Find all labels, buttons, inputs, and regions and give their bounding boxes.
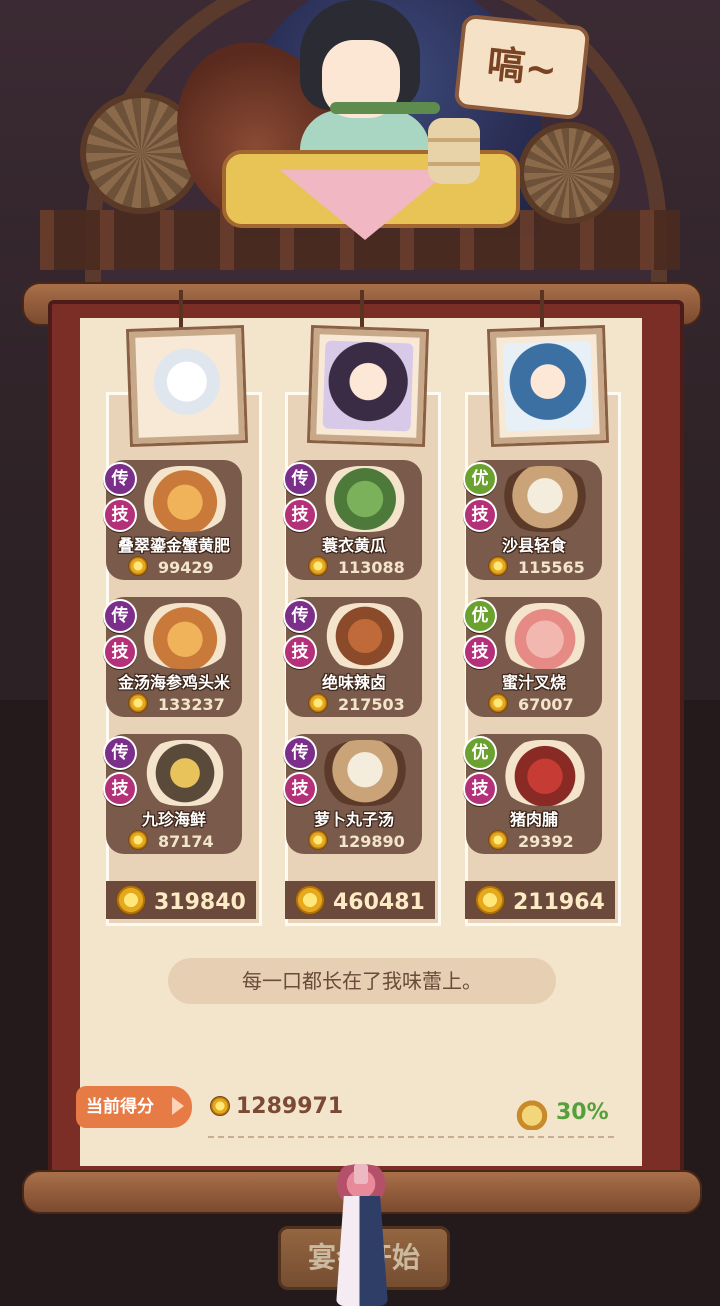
guest-portrait-3[interactable]: [490, 328, 606, 444]
steamed-buns-icon: [428, 118, 480, 184]
dish-name: 萝卜丸子汤: [313, 810, 394, 829]
dish-card[interactable]: 传 技 九珍海鲜 87174: [103, 734, 242, 854]
skill-badge: 技: [463, 498, 497, 532]
dish-name: 绝味辣卤: [321, 673, 386, 692]
guest-portrait-2[interactable]: [310, 328, 426, 444]
jerky-dish-icon: [500, 740, 590, 806]
skill-badge: 技: [103, 498, 137, 532]
fullness-bowl-icon: [514, 1098, 550, 1130]
fullness-percent: 30%: [556, 1100, 609, 1125]
dish-score: 217503: [308, 693, 405, 714]
guest-1-avatar: [141, 340, 233, 432]
play-arrow-icon: [172, 1097, 184, 1115]
tier-badge: 优: [463, 599, 497, 633]
tier-badge: 优: [463, 462, 497, 496]
dish-score: 133237: [128, 693, 225, 714]
guest-portrait-1[interactable]: [129, 328, 245, 444]
dish-card[interactable]: 优 技 蜜汁叉烧 67007: [463, 597, 602, 717]
dish-card[interactable]: 优 技 沙县轻食 115565: [463, 460, 602, 580]
column-total-value: 460481: [333, 890, 425, 915]
coin-icon: [475, 885, 505, 915]
column-total-3: 211964: [465, 881, 615, 919]
seafood-dish-icon: [140, 740, 230, 806]
cucumber-dish-icon: [320, 466, 410, 532]
dish-name: 猪肉脯: [509, 810, 558, 829]
guest-comment: 每一口都长在了我味蕾上。: [168, 958, 556, 1004]
dish-score: 129890: [308, 830, 405, 851]
score-divider: [208, 1136, 614, 1138]
skill-badge: 技: [103, 635, 137, 669]
meatball-soup-dish-icon: [320, 740, 410, 806]
dish-name: 蜜汁叉烧: [501, 673, 566, 692]
dish-score: 67007: [488, 693, 574, 714]
dish-card[interactable]: 传 技 叠翠鎏金蟹黄肥 99429: [103, 460, 242, 580]
dish-card[interactable]: 传 技 蓑衣黄瓜 113088: [283, 460, 422, 580]
column-total-value: 211964: [513, 890, 605, 915]
char-siu-dish-icon: [500, 603, 590, 669]
current-score: 1289971: [210, 1094, 343, 1119]
skill-badge: 技: [283, 498, 317, 532]
column-total-2: 460481: [285, 881, 435, 919]
dish-name: 金汤海参鸡头米: [117, 673, 230, 692]
portrait-hook: [179, 290, 183, 332]
dish-card[interactable]: 传 技 金汤海参鸡头米 133237: [103, 597, 242, 717]
current-score-value: 1289971: [236, 1094, 344, 1119]
dish-score: 29392: [488, 830, 574, 851]
portrait-hook: [540, 290, 544, 332]
tier-badge: 传: [103, 599, 137, 633]
coin-icon: [488, 693, 508, 713]
dish-card[interactable]: 优 技 猪肉脯 29392: [463, 734, 602, 854]
coin-icon: [128, 556, 148, 576]
coin-icon: [128, 830, 148, 850]
coin-icon: [210, 1096, 230, 1116]
dish-score: 99429: [128, 556, 214, 577]
current-score-label-text: 当前得分: [86, 1097, 154, 1117]
guest-2-avatar: [322, 340, 414, 432]
coin-icon: [295, 885, 325, 915]
tier-badge: 传: [283, 599, 317, 633]
current-score-label: 当前得分: [76, 1086, 192, 1128]
coin-icon: [308, 556, 328, 576]
coin-icon: [308, 693, 328, 713]
coin-icon: [488, 556, 508, 576]
coin-icon: [128, 693, 148, 713]
flute-icon: [330, 102, 440, 114]
dish-score: 113088: [308, 556, 405, 577]
skill-badge: 技: [103, 772, 137, 806]
dish-card[interactable]: 传 技 萝卜丸子汤 129890: [283, 734, 422, 854]
tier-badge: 传: [283, 736, 317, 770]
portrait-hook: [360, 290, 364, 332]
tier-badge: 传: [103, 462, 137, 496]
skill-badge: 技: [283, 635, 317, 669]
dish-name: 沙县轻食: [501, 536, 566, 555]
column-total-value: 319840: [154, 890, 246, 915]
speech-bubble-text: 嗃~: [484, 41, 560, 93]
skill-badge: 技: [463, 635, 497, 669]
coin-icon: [488, 830, 508, 850]
tier-badge: 传: [103, 736, 137, 770]
dish-card[interactable]: 传 技 绝味辣卤 217503: [283, 597, 422, 717]
guest-3-avatar: [502, 340, 594, 432]
coin-icon: [308, 830, 328, 850]
dish-name: 叠翠鎏金蟹黄肥: [117, 536, 230, 555]
right-fan-icon: [518, 122, 620, 224]
snack-set-dish-icon: [500, 466, 590, 532]
sea-cucumber-dish-icon: [140, 603, 230, 669]
skill-badge: 技: [463, 772, 497, 806]
skill-badge: 技: [283, 772, 317, 806]
tassel-cap: [354, 1164, 368, 1184]
dish-name: 九珍海鲜: [141, 810, 206, 829]
tier-badge: 优: [463, 736, 497, 770]
dish-name: 蓑衣黄瓜: [321, 536, 386, 555]
dish-score: 87174: [128, 830, 214, 851]
speech-bubble: 嗃~: [453, 13, 591, 121]
spicy-braise-dish-icon: [320, 603, 410, 669]
tier-badge: 传: [283, 462, 317, 496]
column-total-1: 319840: [106, 881, 256, 919]
dish-score: 115565: [488, 556, 585, 577]
crab-dish-icon: [140, 466, 230, 532]
coin-icon: [116, 885, 146, 915]
tassel-icon: [336, 1196, 388, 1306]
